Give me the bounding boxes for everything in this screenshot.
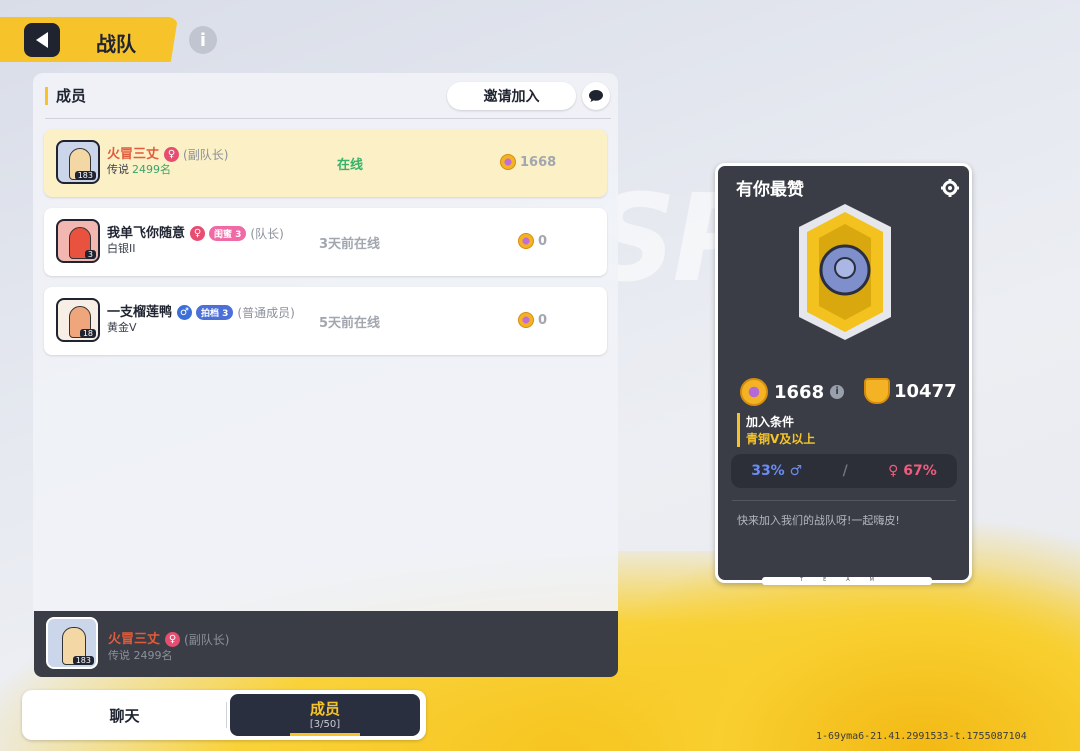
team-score: 1668 i (740, 378, 845, 406)
male-icon: ♂ (177, 305, 193, 320)
team-name: 有你最赞 (736, 180, 804, 200)
member-score: 1668 (500, 154, 556, 170)
gender-ratio: 33% ♂ / ♀ 67% (731, 454, 957, 488)
relation-badge: 闺蜜 3 (209, 226, 247, 241)
divider (226, 702, 227, 728)
self-name: 火冒三丈 ♀ (副队长) (108, 632, 230, 647)
avatar: 183 (46, 617, 98, 669)
medal-icon (740, 378, 768, 406)
member-row[interactable]: 18 一支榴莲鸭 ♂ 拍档 3 (普通成员) 黄金V 5天前在线 0 (44, 287, 607, 355)
card-footer: TEAM (762, 577, 932, 585)
avatar: 183 (56, 140, 100, 184)
tab-members-label: 成员 (309, 700, 340, 718)
info-icon[interactable]: i (189, 26, 217, 54)
trophy-icon (864, 378, 890, 404)
medal-icon (518, 312, 534, 328)
members-count: [3/50] (309, 719, 341, 730)
tab-members[interactable]: 成员 [3/50] (230, 694, 420, 736)
team-card: 有你最赞 1668 i 10477 加入条件 青铜V及以上 33% ♂ / ♀ 6… (715, 163, 972, 585)
member-status: 5天前在线 (319, 316, 381, 331)
back-button[interactable] (24, 23, 60, 57)
female-icon: ♀ (888, 463, 899, 479)
member-score: 0 (518, 233, 547, 249)
male-icon: ♂ (789, 463, 803, 479)
team-description: 快来加入我们的战队呀!一起嗨皮! (737, 514, 900, 527)
female-icon: ♀ (165, 632, 181, 647)
tab-underline (290, 733, 360, 736)
team-trophies: 10477 (864, 378, 957, 404)
avatar: 3 (56, 219, 100, 263)
member-rank: 黄金V (107, 321, 137, 334)
member-status: 3天前在线 (319, 237, 381, 252)
divider (45, 118, 611, 119)
page-title: 战队 (96, 32, 136, 56)
gear-icon[interactable] (940, 178, 960, 198)
avatar: 18 (56, 298, 100, 342)
member-rank: 传说 2499名 (107, 163, 171, 176)
chat-bubble-icon[interactable] (582, 82, 610, 110)
divider (732, 500, 956, 501)
team-emblem-icon (799, 204, 891, 340)
female-icon: ♀ (190, 226, 206, 241)
self-info-bar: 183 火冒三丈 ♀ (副队长) 传说 2499名 (34, 611, 618, 677)
info-icon[interactable]: i (830, 385, 845, 399)
bottom-tabs: 聊天 成员 [3/50] (22, 690, 426, 740)
back-arrow-icon (36, 32, 48, 48)
watermark: 1-69yma6-21.41.2991533-t.1755087104 (816, 731, 1027, 742)
member-row[interactable]: 3 我单飞你随意 ♀ 闺蜜 3 (队长) 白银II 3天前在线 0 (44, 208, 607, 276)
female-icon: ♀ (164, 147, 180, 162)
section-label: 成员 (45, 87, 86, 105)
medal-icon (518, 233, 534, 249)
tab-chat[interactable]: 聊天 (22, 690, 227, 740)
member-name: 我单飞你随意 ♀ 闺蜜 3 (队长) (107, 226, 284, 241)
relation-badge: 拍档 3 (196, 305, 234, 320)
member-rank: 白银II (107, 242, 136, 255)
member-row[interactable]: 183 火冒三丈 ♀ (副队长) 传说 2499名 在线 1668 (44, 129, 607, 197)
join-condition: 加入条件 青铜V及以上 (737, 413, 815, 447)
member-name: 火冒三丈 ♀ (副队长) (107, 147, 229, 162)
self-rank: 传说 2499名 (108, 649, 173, 662)
invite-button[interactable]: 邀请加入 (447, 82, 576, 110)
member-status: 在线 (337, 158, 364, 173)
medal-icon (500, 154, 516, 170)
member-name: 一支榴莲鸭 ♂ 拍档 3 (普通成员) (107, 305, 295, 320)
member-score: 0 (518, 312, 547, 328)
